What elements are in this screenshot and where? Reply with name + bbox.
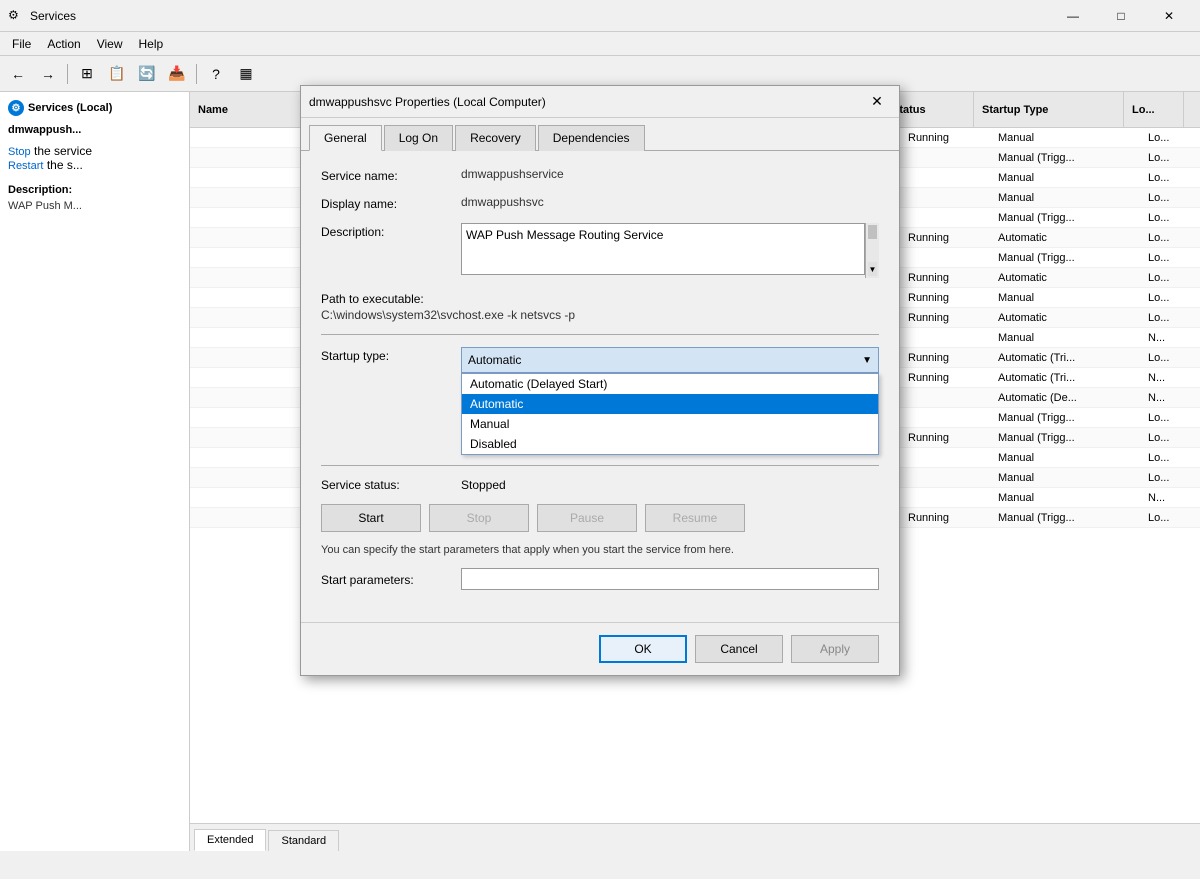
startup-type-label: Startup type: bbox=[321, 347, 461, 363]
start-params-input[interactable] bbox=[461, 568, 879, 590]
display-name-value: dmwappushsvc bbox=[461, 195, 544, 209]
ok-button[interactable]: OK bbox=[599, 635, 687, 663]
path-label: Path to executable: bbox=[321, 290, 879, 306]
startup-type-row: Startup type: Automatic ▼ Automatic (Del… bbox=[321, 347, 879, 373]
modal-overlay: dmwappushsvc Properties (Local Computer)… bbox=[0, 0, 1200, 879]
desc-wrapper: WAP Push Message Routing Service ▼ bbox=[461, 223, 879, 278]
service-name-row: Service name: dmwappushservice bbox=[321, 167, 879, 183]
scrollbar-thumb[interactable] bbox=[868, 225, 877, 239]
apply-button[interactable]: Apply bbox=[791, 635, 879, 663]
service-name-label: Service name: bbox=[321, 167, 461, 183]
service-status-label: Service status: bbox=[321, 478, 461, 492]
properties-dialog: dmwappushsvc Properties (Local Computer)… bbox=[300, 85, 900, 676]
cancel-button[interactable]: Cancel bbox=[695, 635, 783, 663]
start-params-row: Start parameters: bbox=[321, 568, 879, 590]
path-section: Path to executable: C:\windows\system32\… bbox=[321, 290, 879, 322]
service-status-value: Stopped bbox=[461, 478, 506, 492]
tab-general[interactable]: General bbox=[309, 125, 382, 151]
desc-field-label: Description: bbox=[321, 223, 461, 239]
separator-1 bbox=[321, 334, 879, 335]
start-button[interactable]: Start bbox=[321, 504, 421, 532]
help-text: You can specify the start parameters tha… bbox=[321, 544, 879, 556]
start-params-label: Start parameters: bbox=[321, 571, 461, 587]
description-row: Description: WAP Push Message Routing Se… bbox=[321, 223, 879, 278]
tab-recovery[interactable]: Recovery bbox=[455, 125, 536, 151]
dropdown-chevron-icon: ▼ bbox=[862, 355, 872, 366]
service-status-row: Service status: Stopped bbox=[321, 465, 879, 492]
modal-title-bar: dmwappushsvc Properties (Local Computer)… bbox=[301, 86, 899, 118]
resume-button[interactable]: Resume bbox=[645, 504, 745, 532]
startup-type-dropdown-wrapper: Automatic ▼ Automatic (Delayed Start) Au… bbox=[461, 347, 879, 373]
modal-footer: OK Cancel Apply bbox=[301, 622, 899, 675]
display-name-row: Display name: dmwappushsvc bbox=[321, 195, 879, 211]
modal-tabs: General Log On Recovery Dependencies bbox=[301, 118, 899, 151]
display-name-label: Display name: bbox=[321, 195, 461, 211]
desc-scrollbar[interactable]: ▼ bbox=[865, 223, 879, 278]
scroll-down-arrow[interactable]: ▼ bbox=[868, 262, 877, 276]
service-controls: Start Stop Pause Resume bbox=[321, 504, 879, 532]
service-name-value: dmwappushservice bbox=[461, 167, 564, 181]
startup-type-dropdown[interactable]: Automatic ▼ bbox=[461, 347, 879, 373]
modal-close-button[interactable]: ✕ bbox=[863, 90, 891, 114]
option-disabled[interactable]: Disabled bbox=[462, 434, 878, 454]
stop-button[interactable]: Stop bbox=[429, 504, 529, 532]
modal-content: Service name: dmwappushservice Display n… bbox=[301, 151, 899, 622]
path-value: C:\windows\system32\svchost.exe -k netsv… bbox=[321, 308, 879, 322]
option-automatic-delayed[interactable]: Automatic (Delayed Start) bbox=[462, 374, 878, 394]
option-manual[interactable]: Manual bbox=[462, 414, 878, 434]
startup-type-selected: Automatic bbox=[468, 353, 862, 367]
description-textarea[interactable]: WAP Push Message Routing Service bbox=[461, 223, 865, 275]
option-automatic[interactable]: Automatic bbox=[462, 394, 878, 414]
pause-button[interactable]: Pause bbox=[537, 504, 637, 532]
tab-logon[interactable]: Log On bbox=[384, 125, 453, 151]
tab-dependencies[interactable]: Dependencies bbox=[538, 125, 645, 151]
startup-type-dropdown-list: Automatic (Delayed Start) Automatic Manu… bbox=[461, 373, 879, 455]
modal-title: dmwappushsvc Properties (Local Computer) bbox=[309, 95, 863, 109]
